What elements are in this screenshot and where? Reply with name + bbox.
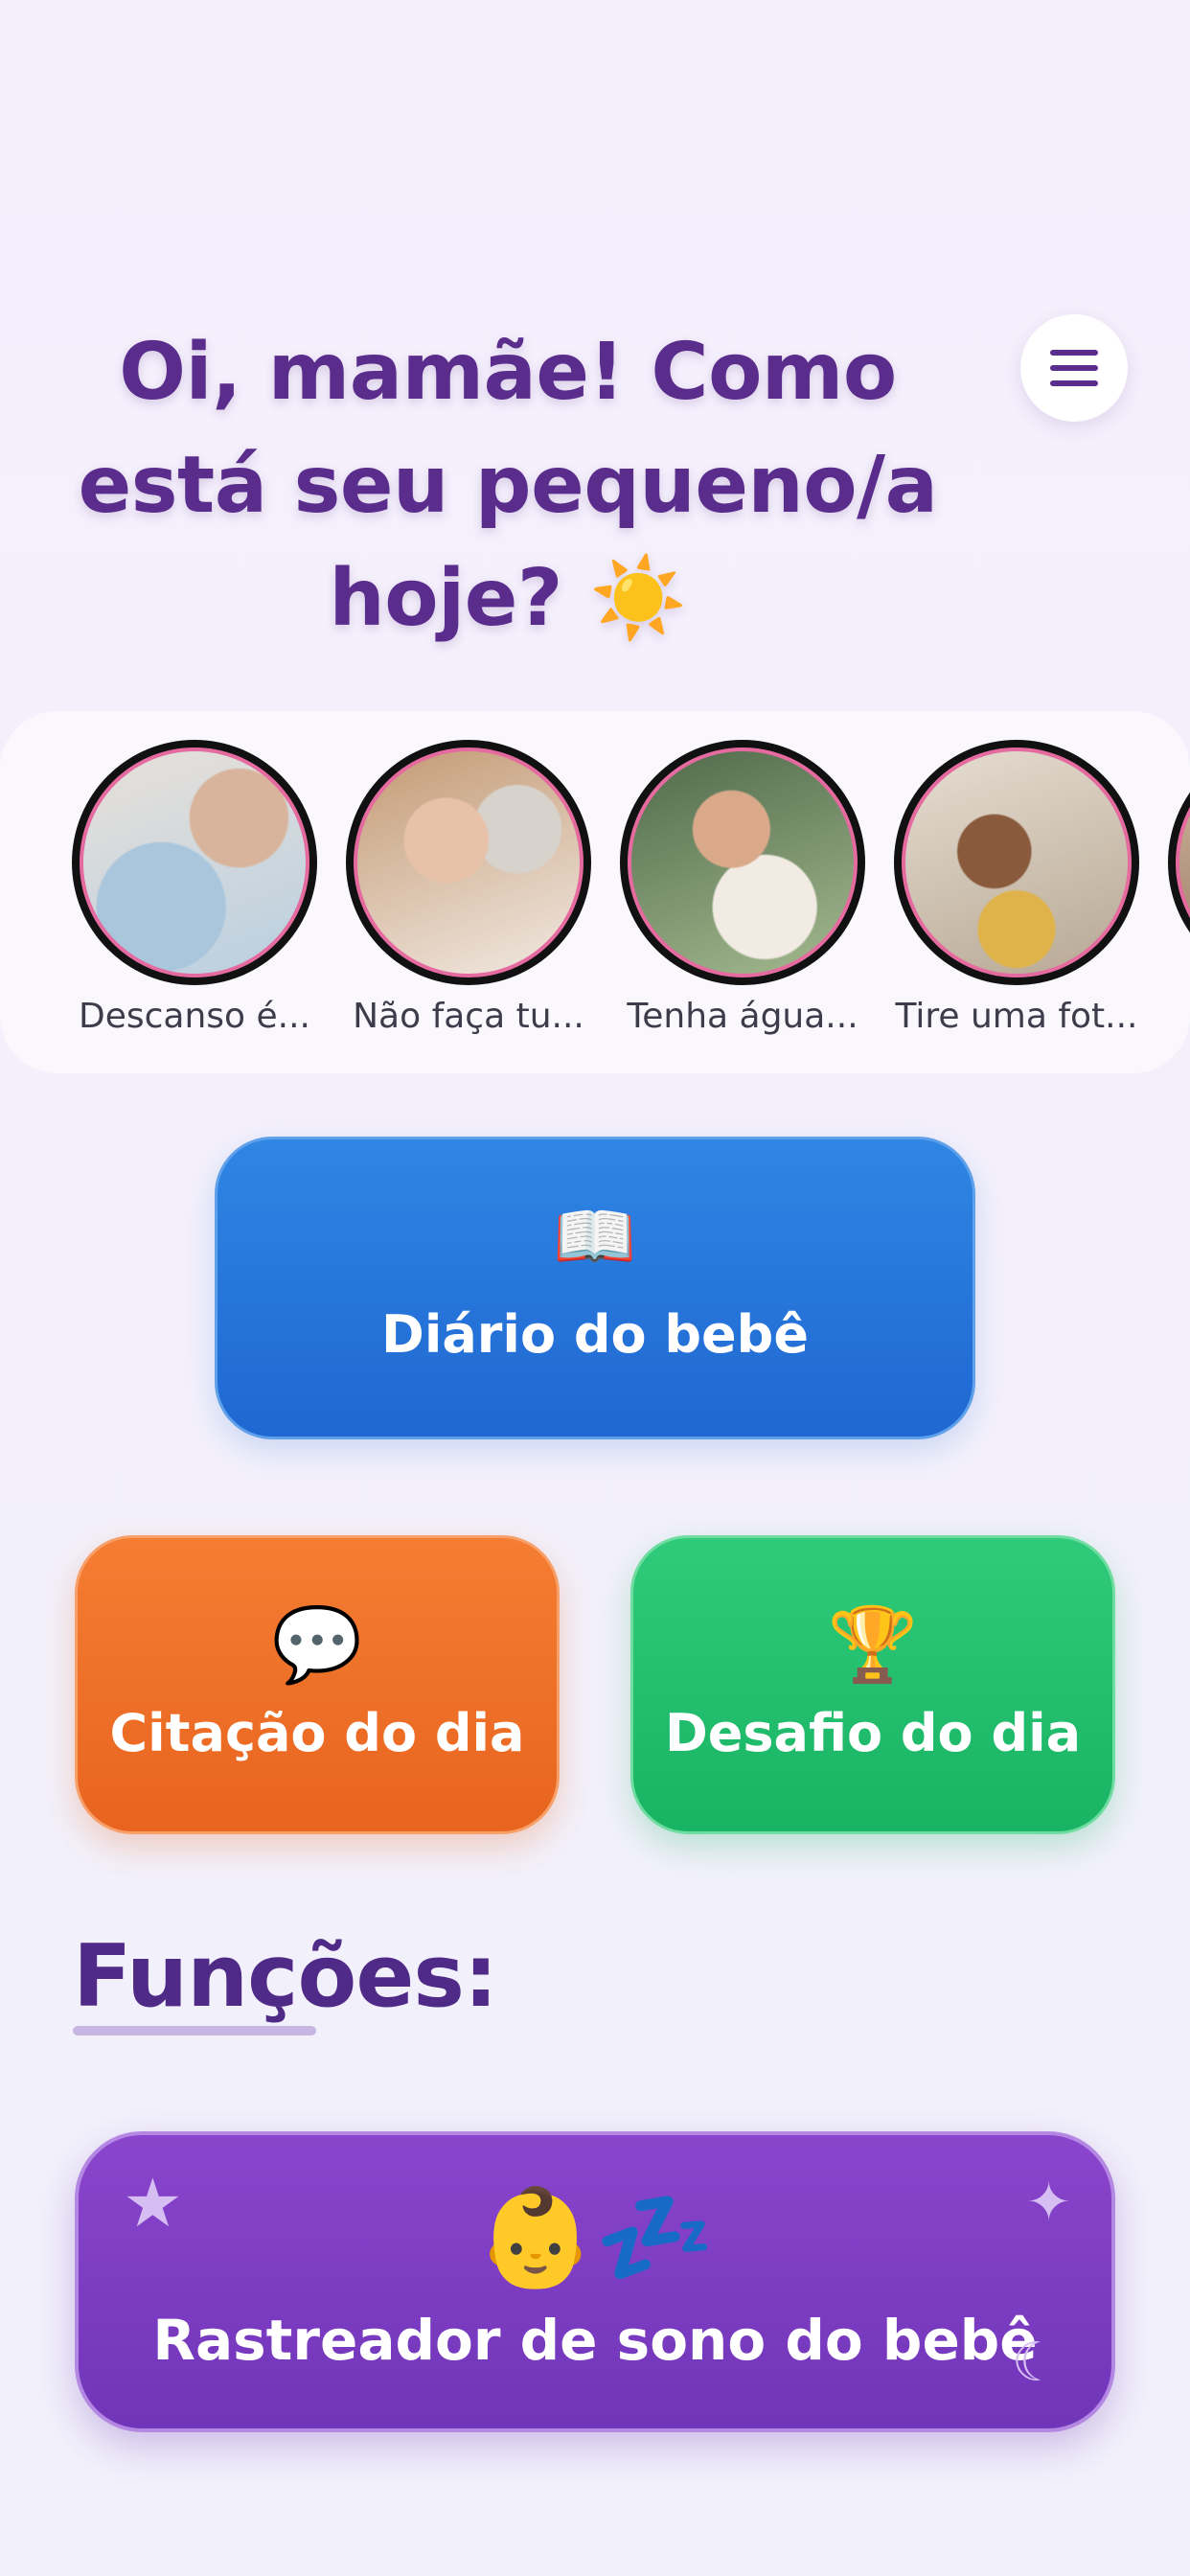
greeting-title: Oi, mamãe! Como está seu pequeno/a hoje?… <box>67 316 949 656</box>
book-icon: 📖 <box>553 1197 637 1276</box>
challenge-of-the-day-label: Desafio do dia <box>664 1703 1082 1763</box>
sleeping-baby-icon: 👶💤 <box>475 2181 715 2293</box>
story-item[interactable]: Tenha água... <box>613 740 872 1036</box>
story-item[interactable]: Tire uma fot... <box>887 740 1146 1036</box>
speech-bubble-icon: 💬 <box>271 1601 363 1687</box>
story-label: Tenha água... <box>627 997 858 1036</box>
story-item[interactable]: I <box>1161 740 1190 1036</box>
story-ring <box>894 740 1139 985</box>
menu-button[interactable] <box>1020 314 1128 422</box>
story-ring <box>346 740 591 985</box>
challenge-of-the-day-button[interactable]: 🏆 Desafio do dia <box>630 1535 1115 1834</box>
hamburger-menu-icon <box>1050 350 1098 386</box>
story-item[interactable]: Não faça tu... <box>339 740 598 1036</box>
stories-carousel[interactable]: Descanso é... Não faça tu... Tenha água.… <box>0 711 1190 1073</box>
story-image <box>354 748 584 978</box>
greeting-line-1: Oi, mamãe! Como <box>119 327 897 418</box>
baby-diary-button[interactable]: 📖 Diário do bebê <box>215 1137 975 1439</box>
story-item[interactable]: Descanso é... <box>65 740 324 1036</box>
story-image <box>1176 748 1190 978</box>
quote-of-the-day-label: Citação do dia <box>109 1703 525 1763</box>
greeting-line-3-text: hoje? <box>329 553 562 644</box>
story-label: Descanso é... <box>79 997 310 1036</box>
quote-of-the-day-button[interactable]: 💬 Citação do dia <box>75 1535 560 1834</box>
sleep-tracker-label: Rastreador de sono do bebê <box>152 2308 1038 2373</box>
story-image <box>902 748 1132 978</box>
sun-icon: ☀️ <box>588 553 687 644</box>
story-ring <box>620 740 865 985</box>
functions-heading: Funções: <box>73 1926 498 2027</box>
baby-diary-label: Diário do bebê <box>381 1304 809 1365</box>
greeting-line-2: está seu pequeno/a <box>78 440 938 531</box>
trophy-icon: 🏆 <box>827 1601 919 1687</box>
moon-icon: ☾ <box>1011 2332 1060 2394</box>
story-ring <box>72 740 317 985</box>
story-image <box>80 748 309 978</box>
story-ring <box>1168 740 1190 985</box>
heading-underline <box>73 2026 316 2036</box>
sleep-tracker-button[interactable]: ★ ✦ 👶💤 Rastreador de sono do bebê ☾ <box>75 2131 1115 2432</box>
story-label: Tire uma fot... <box>895 997 1138 1036</box>
story-label: Não faça tu... <box>353 997 584 1036</box>
story-label: I <box>1161 997 1190 1036</box>
greeting-line-3: hoje? ☀️ <box>67 542 949 656</box>
story-image <box>628 748 858 978</box>
